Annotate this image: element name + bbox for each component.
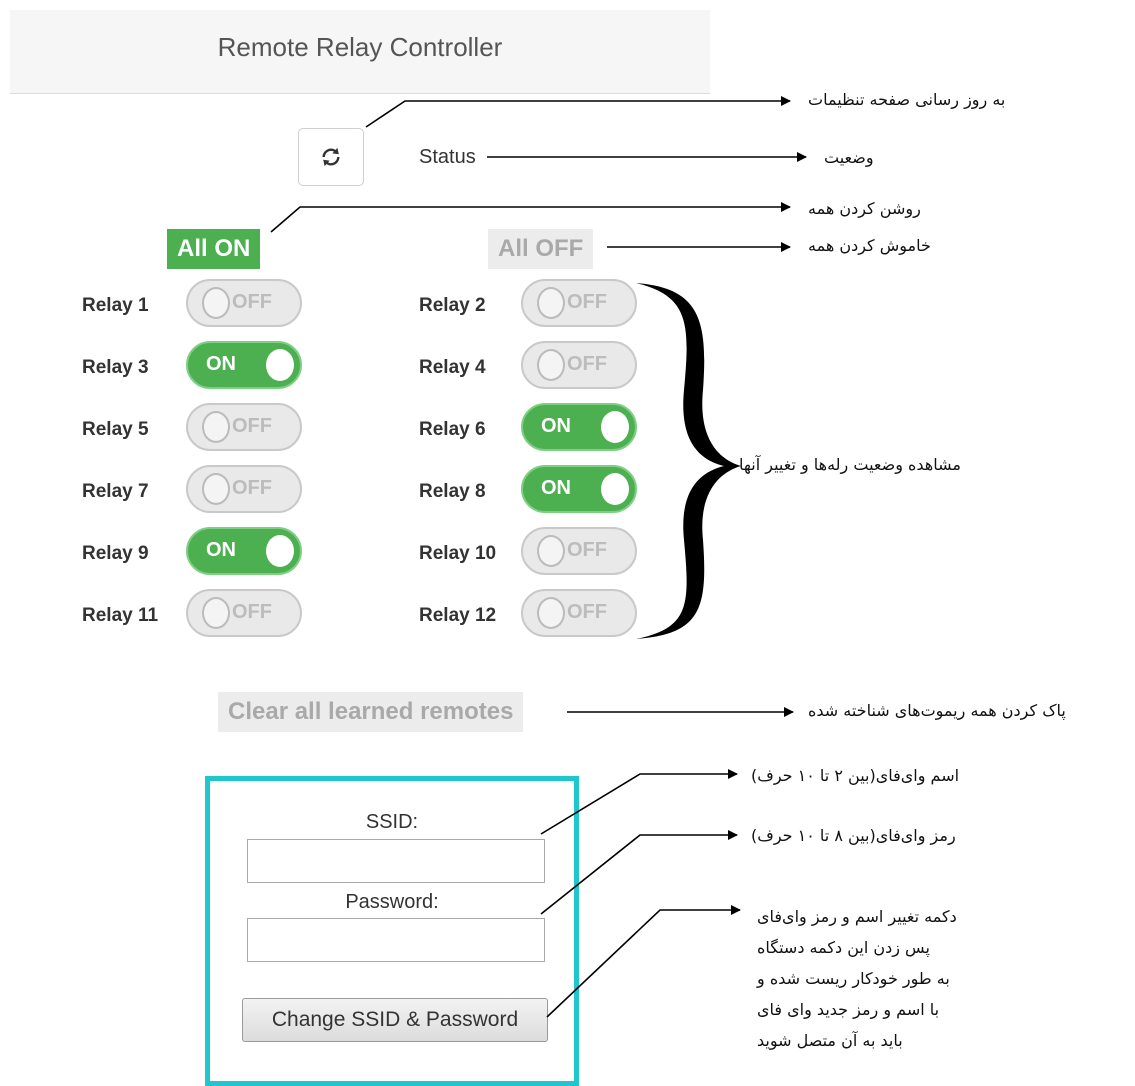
relays-brace [636, 283, 741, 639]
callout-lines [270, 96, 807, 1018]
